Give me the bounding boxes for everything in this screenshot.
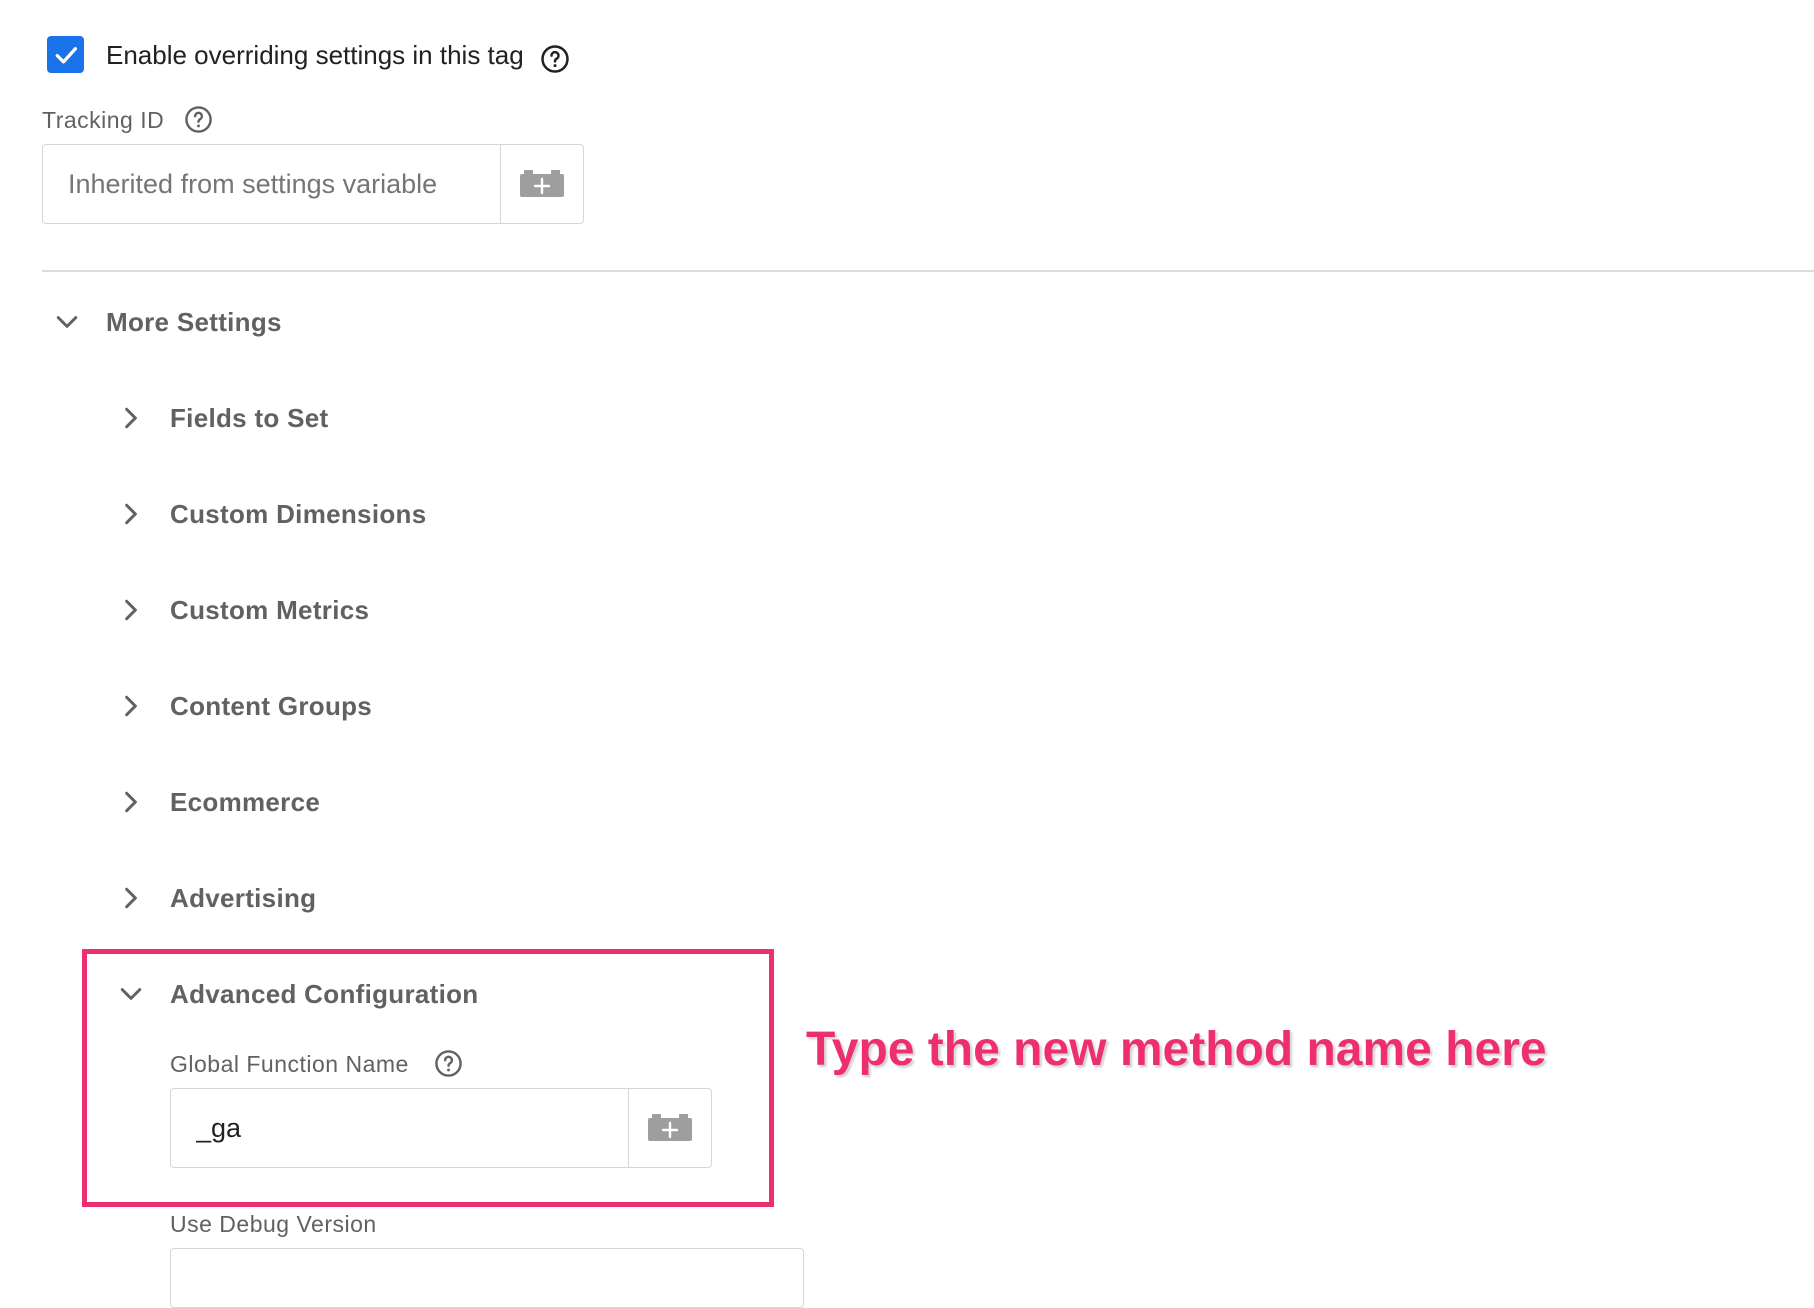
- section-ecommerce[interactable]: Ecommerce: [116, 786, 320, 818]
- chevron-right-icon: [116, 883, 146, 913]
- section-custom-metrics[interactable]: Custom Metrics: [116, 594, 369, 626]
- override-label: Enable overriding settings in this tag: [106, 40, 524, 70]
- section-label: Advertising: [170, 883, 317, 913]
- section-label: Custom Dimensions: [170, 499, 427, 529]
- section-label: Content Groups: [170, 691, 373, 721]
- tracking-id-label: Tracking ID: [42, 107, 165, 133]
- annotation-text: Type the new method name here: [806, 1023, 1547, 1076]
- section-label: Ecommerce: [170, 787, 321, 817]
- help-circle-icon[interactable]: [540, 44, 570, 74]
- more-settings-toggle[interactable]: More Settings: [52, 306, 282, 338]
- section-label: Custom Metrics: [170, 595, 370, 625]
- tracking-id-variable-button[interactable]: [500, 145, 583, 223]
- override-checkbox[interactable]: [47, 36, 84, 73]
- chevron-down-icon: [52, 307, 82, 337]
- section-custom-dimensions[interactable]: Custom Dimensions: [116, 498, 426, 530]
- section-content-groups[interactable]: Content Groups: [116, 690, 372, 722]
- chevron-right-icon: [116, 595, 146, 625]
- use-debug-version-select[interactable]: [170, 1248, 804, 1308]
- section-fields-to-set[interactable]: Fields to Set: [116, 402, 328, 434]
- chevron-right-icon: [116, 787, 146, 817]
- section-label: Fields to Set: [170, 403, 329, 433]
- section-advertising[interactable]: Advertising: [116, 882, 316, 914]
- more-settings-label: More Settings: [106, 307, 282, 337]
- tracking-id-field: [42, 144, 584, 224]
- help-circle-icon[interactable]: [184, 105, 213, 134]
- checkmark-icon: [55, 46, 77, 63]
- chevron-right-icon: [116, 499, 146, 529]
- use-debug-version-label: Use Debug Version: [170, 1211, 377, 1237]
- tracking-id-input[interactable]: [43, 145, 500, 223]
- section-divider: [42, 270, 1814, 272]
- annotation-highlight-box: [82, 949, 774, 1207]
- chevron-right-icon: [116, 403, 146, 433]
- chevron-right-icon: [116, 691, 146, 721]
- add-variable-icon: [520, 170, 564, 197]
